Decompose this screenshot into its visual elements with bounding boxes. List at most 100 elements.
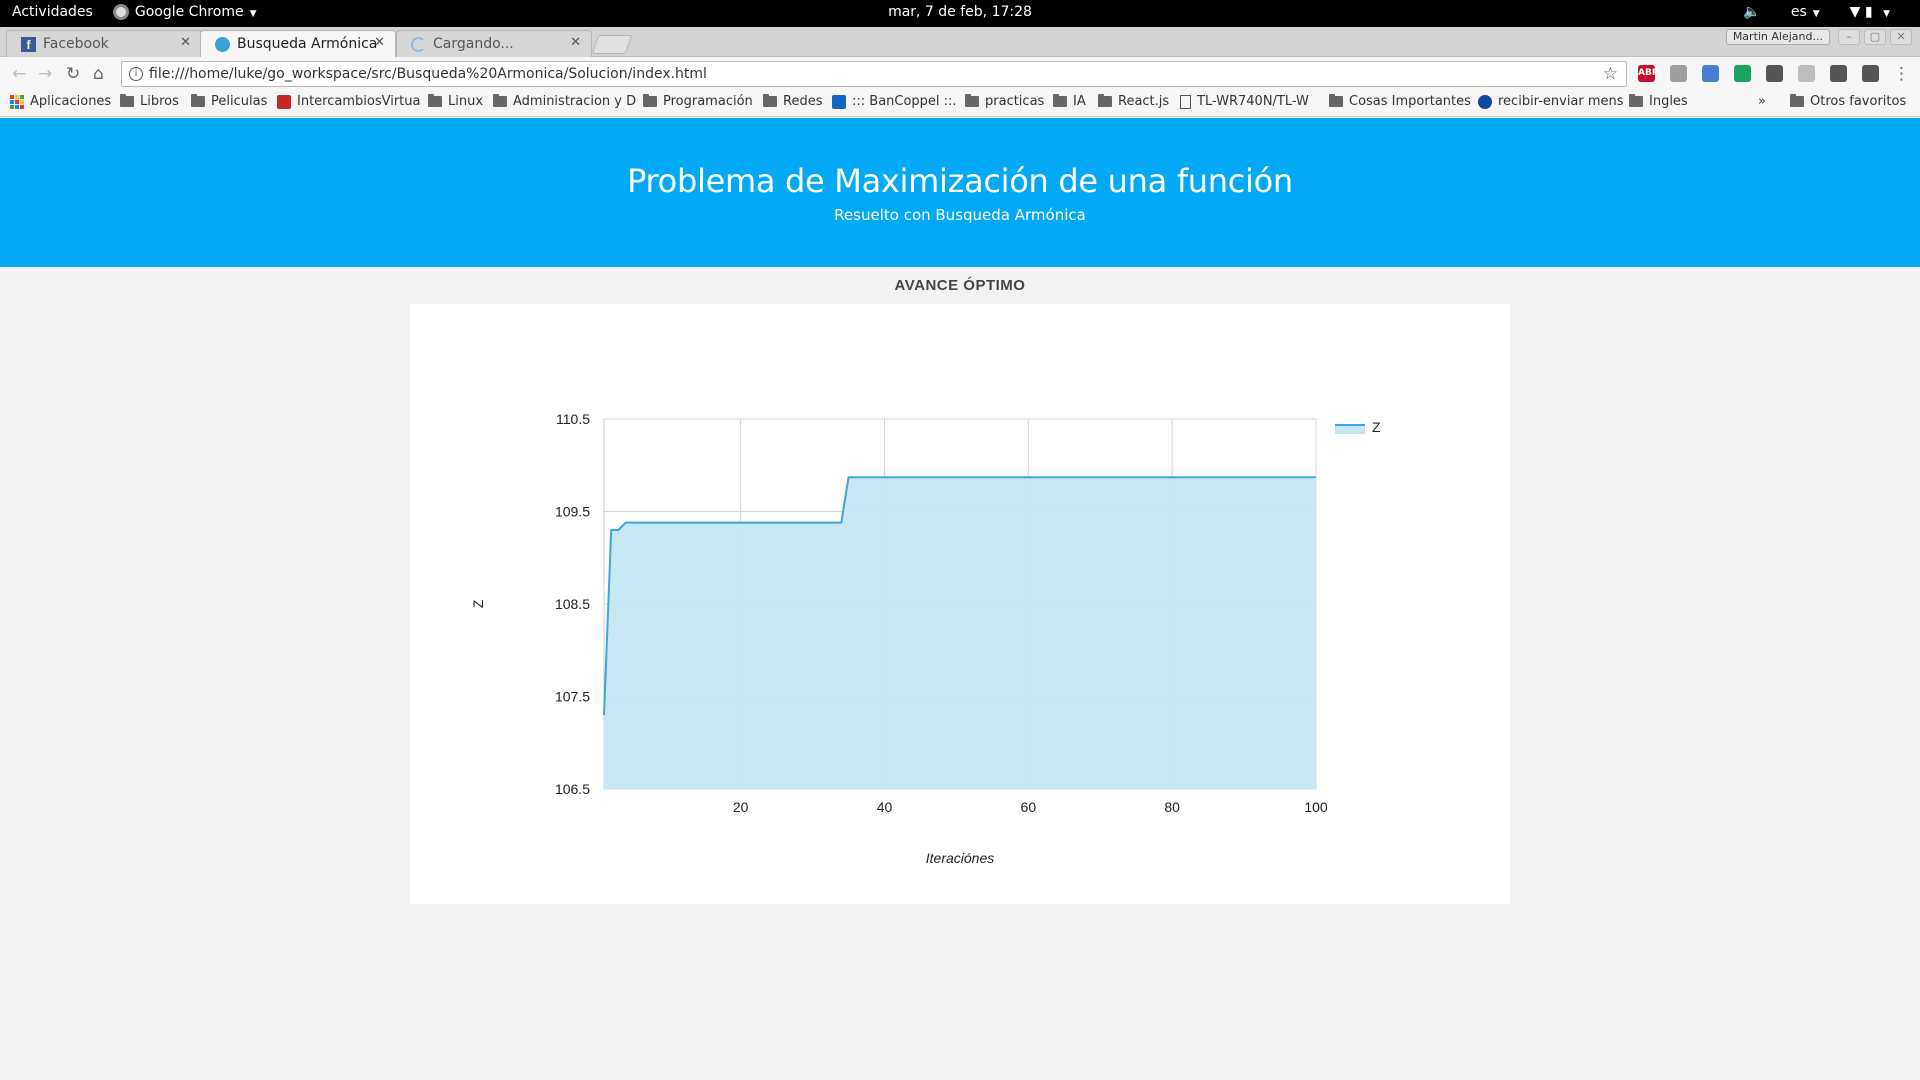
legend-label: Z [1372,419,1381,435]
page-header: Problema de Maximización de una función … [0,118,1920,267]
y-tick-label: 109.5 [555,504,590,520]
folder-icon [1629,94,1643,107]
back-icon[interactable]: ← [12,64,26,84]
page-title: Problema de Maximización de una función [627,162,1293,200]
bookmark-item[interactable]: Aplicaciones [10,94,111,109]
other-bookmarks-label: Otros favoritos [1810,94,1907,109]
bookmark-item[interactable]: TL-WR740N/TL-W [1180,94,1309,109]
reload-icon[interactable]: ↻ [66,64,80,84]
bookmark-label: Redes [783,94,823,109]
bookmark-item[interactable]: practicas [965,94,1044,109]
folder-icon [763,94,777,107]
refresh-ext-icon[interactable] [1862,65,1879,82]
address-bar[interactable]: i file:///home/luke/go_workspace/src/Bus… [121,61,1627,87]
tab-busqueda-armonica[interactable]: Busqueda Armónica ✕ [200,30,396,57]
x-tick-label: 80 [1164,799,1180,815]
facebook-icon: f [21,37,36,52]
profile-button[interactable]: Martin Alejand... [1725,29,1830,45]
tab-title: Facebook [43,36,109,52]
close-icon[interactable]: ✕ [570,35,581,50]
clock[interactable]: mar, 7 de feb, 17:28 [0,4,1920,20]
bookmark-item[interactable]: IA [1053,94,1086,109]
close-icon[interactable]: ✕ [374,35,385,50]
loading-icon [411,37,426,52]
shield-icon[interactable] [1830,65,1847,82]
home-icon[interactable]: ⌂ [93,64,104,84]
bookmark-item[interactable]: Cosas Importantes [1329,94,1471,109]
bookmark-label: Libros [140,94,179,109]
folder-icon [965,94,979,107]
bancoppel-icon [832,94,846,109]
chart-card: 106.5 107.5 108.5 109.5 110.5 20 40 60 80 100 Z Z It… [410,304,1510,904]
forward-icon[interactable]: → [38,64,52,84]
caret-down-icon: ▼ [1812,9,1820,19]
folder-icon [1098,94,1112,107]
language-label: es [1790,4,1807,20]
caret-down-icon: ▼ [1883,9,1890,19]
tab-title: Busqueda Armónica [237,36,378,52]
system-menu[interactable]: ▼ ▮ ▼ [1850,4,1890,20]
minimize-icon[interactable]: – [1838,29,1860,45]
x-tick-label: 100 [1304,799,1328,815]
folder-icon [428,94,442,107]
browser-toolbar: ← → ↻ ⌂ i file:///home/luke/go_workspace… [0,57,1920,90]
page-icon [215,37,230,52]
bookmark-item[interactable]: Ingles [1629,94,1688,109]
m-icon[interactable] [1798,65,1815,82]
y-tick-label: 106.5 [555,781,590,797]
bookmark-item[interactable]: Administracion y D [493,94,636,109]
y-tick-label: 107.5 [555,689,590,705]
y-tick-label: 108.5 [555,596,590,612]
mail-icon[interactable] [1670,65,1687,82]
bookmark-label: Linux [448,94,484,109]
volume-icon[interactable]: 🔈 [1743,4,1760,20]
x-axis-label: Iteraciónes [926,850,994,866]
chart-section-title: AVANCE ÓPTIMO [894,277,1026,294]
bookmark-item[interactable]: Redes [763,94,822,109]
bookmark-item[interactable]: Peliculas [191,94,267,109]
maximize-icon[interactable]: ▢ [1864,29,1886,45]
folder-icon [120,94,134,107]
apps-icon [10,94,24,109]
folder-icon [1790,94,1804,107]
globe-icon [1478,94,1492,109]
tab-facebook[interactable]: f Facebook ✕ [6,30,202,57]
bookmark-item[interactable]: Linux [428,94,483,109]
bookmark-item[interactable]: Libros [120,94,179,109]
bookmark-item[interactable]: recibir-enviar mens [1478,94,1624,109]
close-window-icon[interactable]: ✕ [1890,29,1912,45]
window-controls: – ▢ ✕ [1838,29,1912,45]
close-icon[interactable]: ✕ [180,35,191,50]
bookmark-item[interactable]: ::: BanCoppel ::. [832,94,957,109]
url-text: file:///home/luke/go_workspace/src/Busqu… [149,66,707,82]
battery-icon: ▮ [1864,4,1873,20]
bookmark-item[interactable]: Programación [643,94,753,109]
new-tab-button[interactable] [591,35,633,54]
chart: 106.5 107.5 108.5 109.5 110.5 20 40 60 80 100 Z Z It… [470,411,1381,866]
circle-green-icon[interactable] [1734,65,1751,82]
tab-cargando[interactable]: Cargando... ✕ [396,30,592,57]
folder-icon [1053,94,1067,107]
bookmarks-overflow-icon[interactable]: » [1758,94,1766,109]
x-tick-label: 40 [877,799,893,815]
bookmark-star-icon[interactable]: ☆ [1603,64,1618,84]
adblock-icon[interactable]: ABP [1638,65,1658,82]
bookmarks-bar: Aplicaciones Libros Peliculas IntercambiosV… [0,90,1920,117]
bookmark-label: IntercambiosVirtua [297,94,421,109]
folder-icon [493,94,507,107]
info-icon[interactable]: i [129,67,143,81]
language-selector[interactable]: es ▼ [1791,4,1820,20]
folder-icon [1329,94,1343,107]
bookmark-label: IA [1073,94,1086,109]
translate-icon[interactable] [1702,65,1719,82]
bookmark-label: Programación [663,94,753,109]
bookmark-item[interactable]: IntercambiosVirtua [277,94,420,109]
bookmark-label: React.js [1118,94,1170,109]
bookmark-label: ::: BanCoppel ::. [852,94,957,109]
bookmark-label: Administracion y D [513,94,637,109]
other-bookmarks[interactable]: Otros favoritos [1790,94,1906,109]
bookmark-item[interactable]: React.js [1098,94,1169,109]
bookmark-label: Aplicaciones [30,94,112,109]
menu-icon[interactable]: ⋮ [1893,64,1910,84]
eyedropper-icon[interactable] [1766,65,1783,82]
